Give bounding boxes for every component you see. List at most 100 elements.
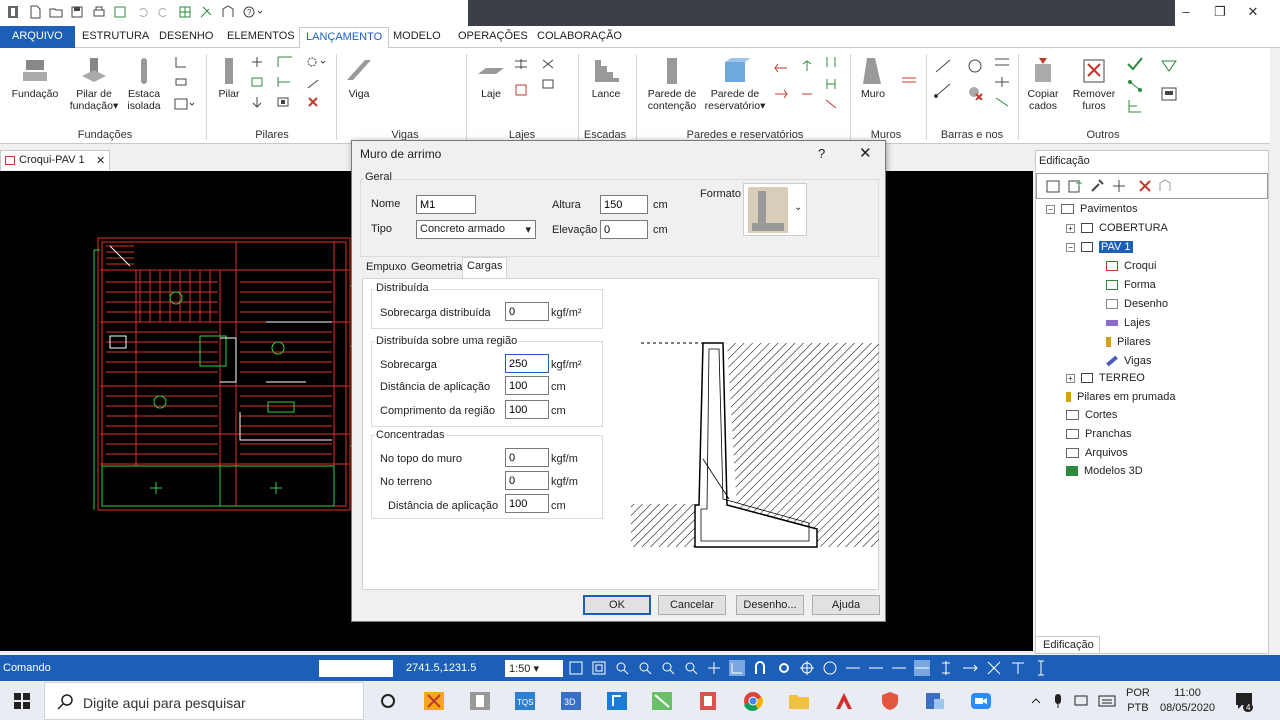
zoom-app-icon[interactable] [970, 691, 992, 711]
print-icon[interactable] [92, 5, 106, 19]
tab-operacoes[interactable]: OPERAÇÕES [458, 30, 528, 42]
file-explorer-icon[interactable] [788, 691, 810, 711]
close-window-button[interactable]: ✕ [1243, 4, 1263, 20]
collapse-icon[interactable]: − [1046, 204, 1055, 214]
open-folder-icon[interactable] [49, 5, 63, 19]
column-delete-icon[interactable] [306, 96, 320, 108]
target-icon[interactable] [799, 660, 815, 676]
tree-desenho[interactable]: Desenho [1106, 298, 1168, 310]
zoom-extents-icon[interactable] [591, 660, 607, 676]
sobrecarga-input[interactable] [505, 354, 549, 373]
laje-button[interactable]: Laje [474, 56, 508, 100]
app-x-icon[interactable] [423, 691, 445, 711]
sobrecarga-distribuida-input[interactable] [505, 302, 549, 321]
tree-pavimentos[interactable]: − Pavimentos [1046, 203, 1137, 215]
collapse-icon[interactable]: − [1066, 242, 1075, 252]
column-marker-icon[interactable] [1033, 660, 1049, 676]
dialog-help-button[interactable]: ? [818, 146, 825, 161]
tab-empuxo[interactable]: Empuxo [362, 259, 410, 278]
magnet-icon[interactable] [752, 660, 768, 676]
pilar-fundacao-button[interactable]: Pilar de fundação▾ [66, 56, 122, 112]
structure-icon[interactable] [221, 5, 235, 19]
restore-button[interactable]: ❐ [1210, 4, 1230, 20]
command-input[interactable] [319, 660, 393, 677]
zoom-window-icon[interactable] [568, 660, 584, 676]
app-red-icon[interactable] [697, 691, 719, 711]
microphone-icon[interactable] [1052, 693, 1064, 709]
nome-input[interactable] [416, 195, 476, 214]
verify-icon[interactable] [1160, 58, 1178, 74]
tab-geometria[interactable]: Geometria [407, 259, 466, 278]
wall-tool-icon-2[interactable] [774, 88, 788, 100]
tools-icon[interactable] [199, 5, 213, 19]
tab-elementos[interactable]: ELEMENTOS [227, 30, 295, 42]
wall-tool-icon-4[interactable] [800, 88, 814, 100]
zoom-icon[interactable] [660, 660, 676, 676]
tree-croqui[interactable]: Croqui [1106, 260, 1156, 272]
tab-modelo[interactable]: MODELO [393, 30, 441, 42]
slab-tool-icon-4[interactable] [541, 78, 555, 90]
minimize-button[interactable]: – [1176, 4, 1196, 19]
wall-tool-icon-3[interactable] [800, 60, 814, 72]
tab-colaboracao[interactable]: COLABORAÇÃO [537, 30, 622, 42]
tab-lancamento[interactable]: LANÇAMENTO [299, 27, 390, 49]
wrench-icon[interactable] [1089, 178, 1105, 194]
close-tab-icon[interactable]: ✕ [96, 154, 105, 167]
taskbar-search[interactable]: Digite aqui para pesquisar [44, 682, 364, 720]
expand-icon[interactable] [986, 660, 1002, 676]
windows-start-icon[interactable] [14, 693, 30, 709]
dialog-close-button[interactable]: ✕ [859, 144, 872, 162]
app-tqs-icon[interactable]: TQS [514, 691, 536, 711]
language-indicator[interactable]: POR PTB [1126, 686, 1150, 716]
column-tool-icon-8[interactable] [306, 78, 320, 90]
column-tool-icon-2[interactable] [250, 76, 264, 88]
properties-icon[interactable] [1157, 178, 1173, 194]
network-icon[interactable] [1074, 694, 1090, 708]
bar-tool-icon-5[interactable] [994, 96, 1010, 108]
settings-icon[interactable] [776, 660, 792, 676]
column-tool-icon-3[interactable] [250, 96, 264, 108]
tipo-select[interactable]: Concreto armado ▾ [416, 220, 536, 239]
vertical-snap-icon[interactable] [938, 660, 954, 676]
tab-desenho[interactable]: DESENHO [159, 30, 213, 42]
ajuda-button[interactable]: Ajuda [812, 595, 880, 615]
cancelar-button[interactable]: Cancelar [658, 595, 726, 615]
bar-tool-icon-4[interactable] [994, 76, 1010, 88]
slab-tool-icon-3[interactable] [541, 58, 555, 70]
acrobat-icon[interactable] [833, 691, 855, 711]
foundation-tool-icon-2[interactable] [174, 76, 188, 88]
task-view-icon[interactable] [377, 691, 399, 711]
column-tool-icon-4[interactable] [276, 56, 296, 68]
grid-icon[interactable] [178, 5, 192, 19]
text-tool-icon[interactable] [1010, 660, 1026, 676]
estaca-isolada-button[interactable]: Estaca isolada [124, 56, 164, 112]
undo-icon[interactable] [136, 5, 150, 19]
save-icon[interactable] [70, 5, 84, 19]
check-icon[interactable] [1126, 56, 1144, 72]
tree-pilares-prumada[interactable]: Pilares em prumada [1066, 391, 1175, 403]
expand-icon[interactable]: + [1066, 373, 1075, 383]
tree-lajes[interactable]: Lajes [1106, 317, 1150, 329]
redo-icon[interactable] [156, 5, 170, 19]
keyboard-icon[interactable] [1098, 695, 1116, 707]
zoom-in-icon[interactable] [614, 660, 630, 676]
fundacao-button[interactable]: Fundação [10, 56, 60, 100]
zoom-previous-icon[interactable] [683, 660, 699, 676]
tab-arquivo[interactable]: ARQUIVO [0, 26, 75, 48]
tree-cobertura[interactable]: + COBERTURA [1066, 222, 1168, 234]
remover-furos-button[interactable]: Remover furos [1070, 56, 1118, 112]
bar-tool-icon-3[interactable] [994, 56, 1010, 68]
parede-reservatorio-button[interactable]: Parede de reservatório▾ [702, 56, 768, 112]
slab-tool-icon-2[interactable] [514, 84, 528, 96]
app-shield-red-icon[interactable] [879, 691, 901, 711]
help-dropdown-icon[interactable]: ? [242, 5, 264, 19]
column-tool-icon-1[interactable] [250, 56, 264, 68]
line-snap-icon-2[interactable] [868, 660, 884, 676]
app-green-icon[interactable] [651, 691, 673, 711]
copiar-button[interactable]: Copiar cados [1022, 56, 1064, 112]
wall-tool-icon-5[interactable] [824, 56, 838, 68]
tab-estrutura[interactable]: ESTRUTURA [82, 30, 149, 42]
vehicle-icon[interactable] [1160, 86, 1178, 102]
pan-icon[interactable] [706, 660, 722, 676]
column-tool-icon-5[interactable] [276, 76, 296, 88]
